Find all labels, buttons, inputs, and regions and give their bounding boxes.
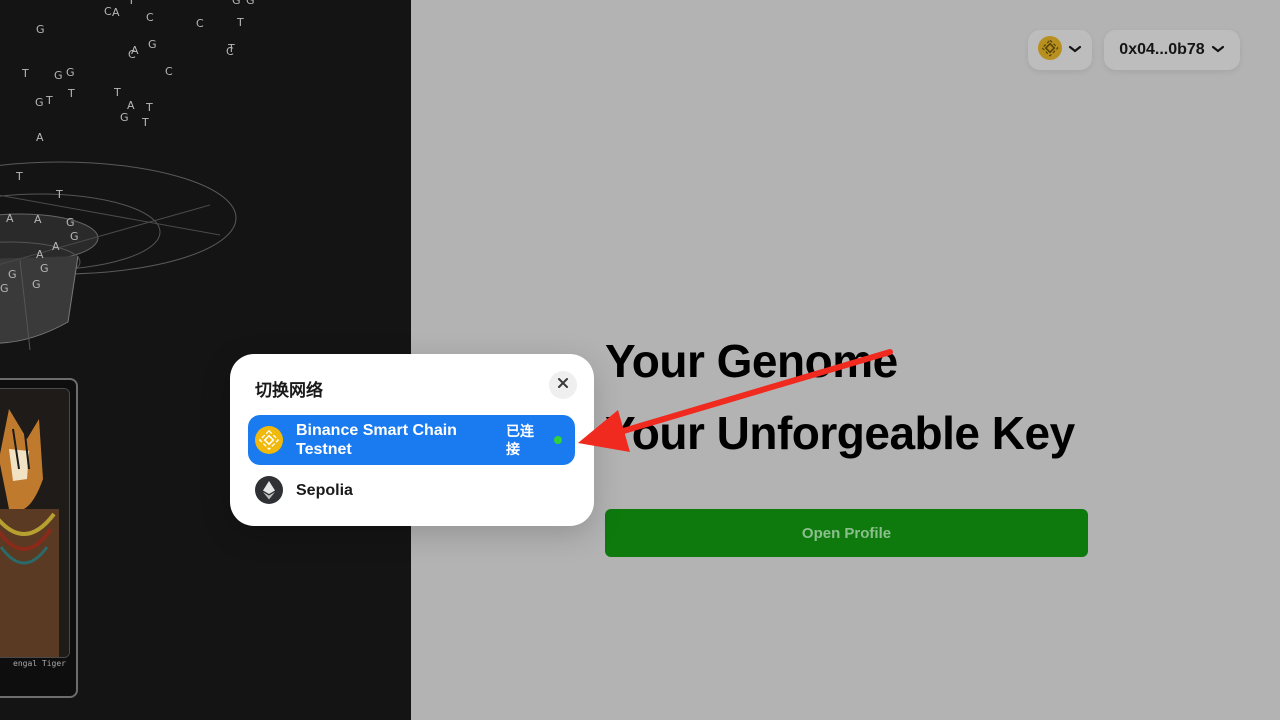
dna-letter: T xyxy=(142,116,149,129)
network-name: Sepolia xyxy=(296,481,353,499)
chevron-down-icon xyxy=(1068,41,1082,59)
dna-letter: G xyxy=(32,278,41,291)
dna-letter: G xyxy=(54,69,63,82)
dna-letter: T xyxy=(146,101,153,114)
bnb-chain-icon xyxy=(255,426,283,454)
network-name: Binance Smart Chain Testnet xyxy=(296,422,457,458)
hero-heading-line2: Your Unforgeable Key xyxy=(605,407,1075,459)
connected-indicator-dot xyxy=(554,436,562,444)
dna-letter: G xyxy=(35,96,44,109)
close-button[interactable] xyxy=(549,371,577,399)
hero-heading-line1: Your Genome xyxy=(605,335,898,387)
connected-status-label: 已连接 xyxy=(506,423,534,457)
dna-letter: G xyxy=(0,282,9,295)
switch-network-modal: 切换网络 Binance Smart Chain Testnet 已连接 Sep… xyxy=(230,354,594,526)
dna-letter: A xyxy=(52,240,60,253)
dna-letter: G xyxy=(40,262,49,275)
dna-letter: C xyxy=(104,5,112,18)
dna-letter: G xyxy=(66,216,75,229)
bnb-chain-icon xyxy=(1038,35,1062,65)
dna-letter: T xyxy=(128,0,135,7)
dna-letter: A xyxy=(36,248,44,261)
dna-letter: A xyxy=(36,131,44,144)
open-profile-button[interactable]: Open Profile xyxy=(605,509,1088,557)
nft-card-tiger: engal Tiger xyxy=(0,378,78,698)
account-address: 0x04...0b78 xyxy=(1119,41,1205,58)
dna-letter: T xyxy=(228,42,235,55)
dna-letter: T xyxy=(68,87,75,100)
ethereum-icon xyxy=(255,476,283,504)
dna-letter: G xyxy=(8,268,17,281)
dna-letter: A xyxy=(34,213,42,226)
dna-letter: T xyxy=(46,94,53,107)
dna-letter: G xyxy=(246,0,255,7)
dna-letter: G xyxy=(148,38,157,51)
tiger-portrait-image xyxy=(0,388,70,658)
account-button[interactable]: 0x04...0b78 xyxy=(1104,30,1240,70)
dna-letter: A xyxy=(112,6,120,19)
modal-title: 切换网络 xyxy=(255,381,323,400)
chain-selector-button[interactable] xyxy=(1028,30,1092,70)
dna-letter: G xyxy=(66,66,75,79)
dna-letter: C xyxy=(196,17,204,30)
dna-letter: C xyxy=(165,65,173,78)
dna-letter: T xyxy=(237,16,244,29)
dna-letter: T xyxy=(22,67,29,80)
dna-letter: T xyxy=(114,86,121,99)
chevron-down-icon xyxy=(1211,41,1225,59)
dna-letter: C xyxy=(146,11,154,24)
dna-letter: G xyxy=(232,0,241,7)
dna-letter: T xyxy=(56,188,63,201)
network-option-bsc-testnet[interactable]: Binance Smart Chain Testnet 已连接 xyxy=(248,415,575,465)
dna-letter: A xyxy=(131,44,139,57)
dna-letter: G xyxy=(120,111,129,124)
dna-letter: A xyxy=(6,212,14,225)
dna-letter: T xyxy=(16,170,23,183)
nft-caption: engal Tiger xyxy=(13,659,66,668)
network-option-sepolia[interactable]: Sepolia xyxy=(248,465,575,515)
dna-letter: G xyxy=(36,23,45,36)
dna-letter: G xyxy=(70,230,79,243)
close-icon xyxy=(557,376,569,394)
